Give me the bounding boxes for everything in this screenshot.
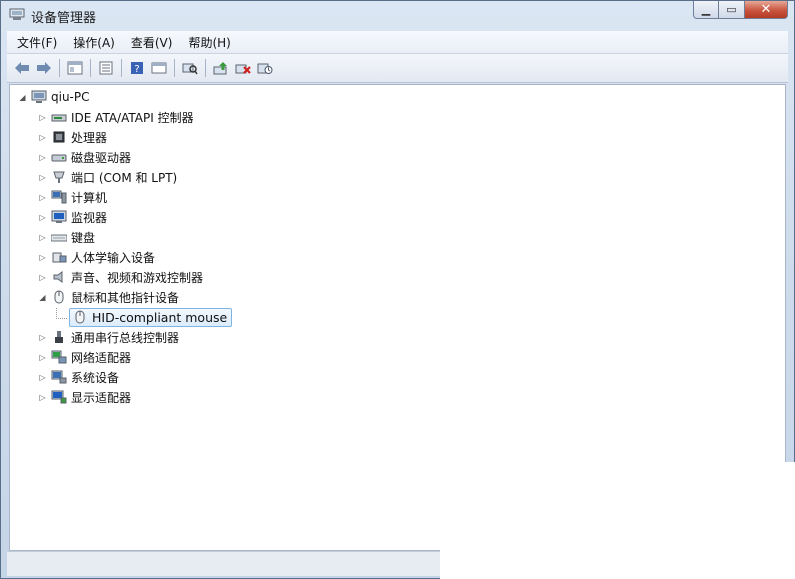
close-button[interactable]: ✕ <box>745 1 788 19</box>
tree-category[interactable]: ▷ 处理器 <box>38 127 107 147</box>
properties-pane-icon[interactable] <box>66 59 84 77</box>
tree-category[interactable]: ▷ 声音、视频和游戏控制器 <box>38 267 203 287</box>
tree-category-label: 磁盘驱动器 <box>71 150 132 165</box>
update-driver-icon[interactable] <box>212 59 230 77</box>
keyboard-icon <box>51 234 67 242</box>
menu-file[interactable]: 文件(F) <box>11 34 63 51</box>
hid-icon <box>52 252 67 263</box>
forward-icon[interactable] <box>35 59 53 77</box>
tree-category-label: 声音、视频和游戏控制器 <box>71 270 204 285</box>
scan-hardware-icon[interactable] <box>181 59 199 77</box>
toolbar: ? <box>7 54 788 83</box>
tree-category-label: 显示适配器 <box>71 390 132 405</box>
tree-category-label: 鼠标和其他指针设备 <box>71 290 180 305</box>
expand-arrow-icon[interactable]: ▷ <box>38 153 47 162</box>
mouse-icon <box>75 310 85 324</box>
tree-category-label: 系统设备 <box>71 370 120 385</box>
tree-category[interactable]: ▷ 人体学输入设备 <box>38 247 155 267</box>
tree-device[interactable]: HID-compliant mouse <box>56 307 233 327</box>
expand-arrow-icon[interactable]: ▷ <box>38 333 47 342</box>
caption-buttons: ▁ ▭ ✕ <box>693 1 788 21</box>
display-icon <box>51 390 67 404</box>
tree-category-label: 网络适配器 <box>71 350 132 365</box>
tree-category[interactable]: ◢ 鼠标和其他指针设备 <box>38 287 179 307</box>
expand-arrow-icon[interactable]: ▷ <box>38 113 47 122</box>
expand-arrow-icon[interactable]: ▷ <box>38 173 47 182</box>
menu-view[interactable]: 查看(V) <box>125 34 179 51</box>
view-icon[interactable] <box>150 59 168 77</box>
tree-category[interactable]: ▷ 端口 (COM 和 LPT) <box>38 167 177 187</box>
tree-connector <box>56 307 67 319</box>
tree-category-label: 人体学输入设备 <box>71 250 156 265</box>
computer-icon <box>51 190 67 204</box>
tree-category-label: 监视器 <box>71 210 108 225</box>
expand-arrow-icon[interactable]: ▷ <box>38 233 47 242</box>
tree-category-label: 通用串行总线控制器 <box>71 330 180 345</box>
tree-category-label: 端口 (COM 和 LPT) <box>71 170 178 185</box>
tree-device-label: HID-compliant mouse <box>92 309 228 325</box>
disk-icon <box>51 154 67 162</box>
maximize-button[interactable]: ▭ <box>719 1 745 19</box>
toolbar-separator <box>121 59 122 77</box>
toolbar-separator <box>205 59 206 77</box>
disable-icon[interactable] <box>256 59 274 77</box>
expand-arrow-icon[interactable]: ▷ <box>38 373 47 382</box>
expand-arrow-icon[interactable]: ▷ <box>38 213 47 222</box>
tree-category[interactable]: ▷ IDE ATA/ATAPI 控制器 <box>38 107 194 127</box>
tree-category[interactable]: ▷ 网络适配器 <box>38 347 131 367</box>
tree-category[interactable]: ▷ 显示适配器 <box>38 387 131 407</box>
tree-category[interactable]: ▷ 监视器 <box>38 207 107 227</box>
tree-category[interactable]: ▷ 磁盘驱动器 <box>38 147 131 167</box>
ide-icon <box>51 114 67 122</box>
mouse-icon <box>54 290 64 304</box>
menu-bar: 文件(F) 操作(A) 查看(V) 帮助(H) <box>7 31 788 54</box>
expand-arrow-icon[interactable]: ▷ <box>38 133 47 142</box>
expand-arrow-icon[interactable]: ▷ <box>38 353 47 362</box>
system-icon <box>51 370 67 384</box>
menu-action[interactable]: 操作(A) <box>67 34 121 51</box>
title-bar[interactable]: 设备管理器 ▁ ▭ ✕ <box>1 1 794 29</box>
device-manager-icon <box>9 8 25 20</box>
tree-category[interactable]: ▷ 键盘 <box>38 227 95 247</box>
expand-arrow-icon[interactable]: ▷ <box>38 273 47 282</box>
toolbar-separator <box>59 59 60 77</box>
expand-arrow-icon[interactable]: ▷ <box>38 253 47 262</box>
expand-arrow-icon[interactable]: ▷ <box>38 393 47 402</box>
blank-area <box>440 462 795 579</box>
monitor-icon <box>51 210 67 223</box>
tree-category[interactable]: ▷ 计算机 <box>38 187 107 207</box>
tree-root[interactable]: ◢ qiu-PC <box>18 87 90 107</box>
tree-category-label: 键盘 <box>71 230 96 245</box>
toolbar-separator <box>90 59 91 77</box>
collapse-arrow-icon[interactable]: ◢ <box>18 93 27 102</box>
port-icon <box>53 171 65 183</box>
help-icon[interactable]: ? <box>128 59 146 77</box>
speaker-icon <box>53 271 63 283</box>
tree-category-label: IDE ATA/ATAPI 控制器 <box>71 110 194 125</box>
cpu-icon <box>53 131 65 143</box>
computer-icon <box>31 90 47 103</box>
window-title: 设备管理器 <box>31 11 97 26</box>
uninstall-icon[interactable] <box>234 59 252 77</box>
toolbar-separator <box>174 59 175 77</box>
network-icon <box>51 350 67 364</box>
back-icon[interactable] <box>13 59 31 77</box>
expand-arrow-icon[interactable]: ▷ <box>38 193 47 202</box>
tree-category-label: 处理器 <box>71 130 108 145</box>
menu-help[interactable]: 帮助(H) <box>182 34 236 51</box>
tree-root-label: qiu-PC <box>51 90 90 104</box>
svg-text:?: ? <box>134 64 139 75</box>
tree-category[interactable]: ▷ 通用串行总线控制器 <box>38 327 179 347</box>
tree-category[interactable]: ▷ 系统设备 <box>38 367 119 387</box>
minimize-button[interactable]: ▁ <box>693 1 719 19</box>
collapse-arrow-icon[interactable]: ◢ <box>38 293 47 302</box>
tree-category-label: 计算机 <box>71 190 108 205</box>
usb-icon <box>55 331 63 343</box>
tree-device-item[interactable]: HID-compliant mouse <box>69 307 233 327</box>
list-icon[interactable] <box>97 59 115 77</box>
